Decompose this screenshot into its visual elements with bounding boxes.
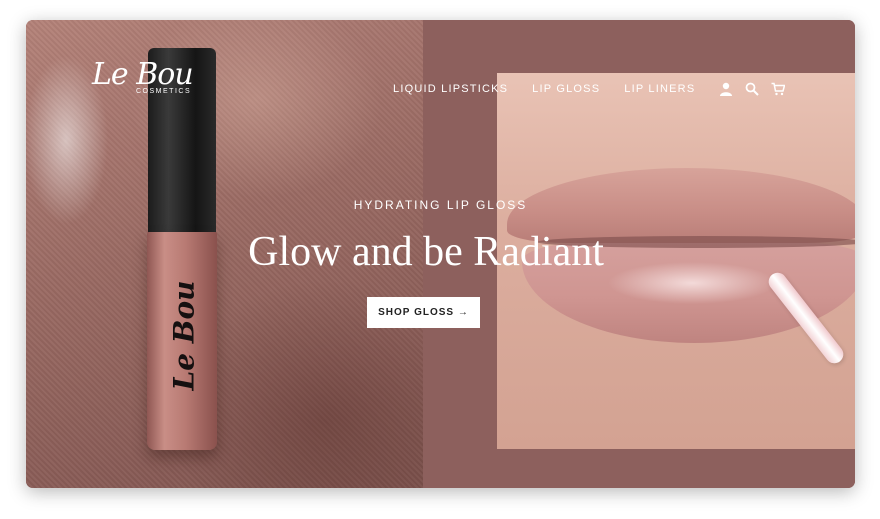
site-logo[interactable]: Le Bou COSMETICS bbox=[92, 57, 194, 96]
user-icon[interactable] bbox=[719, 82, 733, 96]
nav-lip-gloss[interactable]: LIP GLOSS bbox=[532, 83, 600, 95]
cart-icon[interactable] bbox=[771, 82, 786, 96]
tube-logo: Le Bou bbox=[164, 280, 204, 390]
nav-lip-liners[interactable]: LIP LINERS bbox=[624, 83, 695, 95]
nav-liquid-lipsticks[interactable]: LIQUID LIPSTICKS bbox=[393, 83, 508, 95]
browser-page: Le Bou Le Bou COSMETICS LIQUID LIPSTICKS… bbox=[26, 20, 855, 488]
shop-gloss-button[interactable]: SHOP GLOSS → bbox=[367, 297, 480, 328]
tube-logo-text: Le Bou bbox=[167, 280, 201, 390]
main-nav: LIQUID LIPSTICKS LIP GLOSS LIP LINERS bbox=[393, 82, 797, 96]
logo-subtext: COSMETICS bbox=[136, 88, 192, 95]
hero-headline: Glow and be Radiant bbox=[248, 229, 604, 275]
hero-eyebrow: HYDRATING LIP GLOSS bbox=[353, 198, 528, 212]
logo-text: Le Bou bbox=[92, 57, 194, 92]
search-icon[interactable] bbox=[745, 82, 760, 96]
